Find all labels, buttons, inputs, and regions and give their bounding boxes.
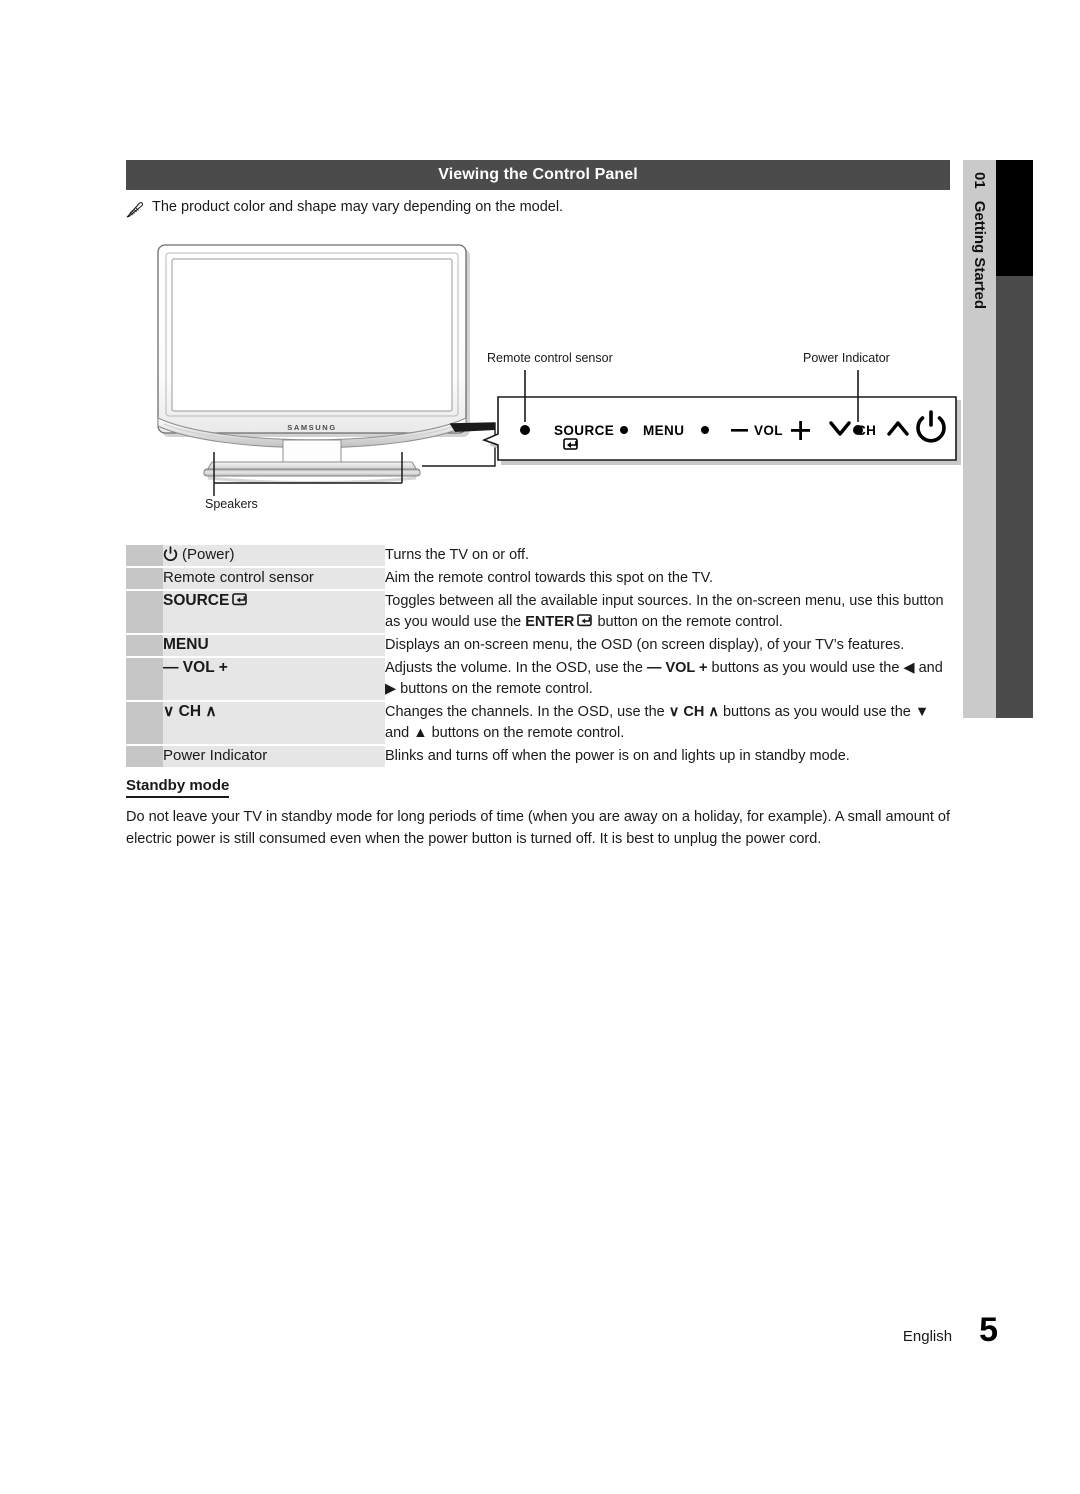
- tv-illustration: SAMSUNG Speakers Remote control sensor P…: [157, 244, 961, 511]
- row-label-cell: Power Indicator: [163, 746, 385, 767]
- description-segment: Blinks and turns off when the power is o…: [385, 748, 850, 764]
- footer-language: English: [902, 1328, 953, 1345]
- section-header-bar: Viewing the Control Panel: [126, 160, 950, 190]
- row-description-cell: Aim the remote control towards this spot…: [385, 568, 950, 589]
- chapter-tab-gray-block: [996, 276, 1033, 718]
- footer-page-number: 5: [979, 1311, 998, 1349]
- row-label-text: Remote control sensor: [163, 569, 314, 586]
- row-description-cell: Changes the channels. In the OSD, use th…: [385, 702, 950, 744]
- row-description-cell: Toggles between all the available input …: [385, 591, 950, 633]
- enter-icon: [577, 614, 593, 627]
- description-segment: Turns the TV on or off.: [385, 547, 530, 563]
- description-segment: — VOL +: [646, 660, 708, 676]
- chapter-number: 01: [971, 172, 988, 189]
- control-panel-table: (Power) Turns the TV on or off. Remote con…: [126, 543, 950, 769]
- table-body: (Power) Turns the TV on or off. Remote con…: [126, 545, 950, 767]
- row-color-swatch: [126, 545, 163, 566]
- description-segment: Aim the remote control towards this spot…: [385, 570, 714, 586]
- row-label-cell: MENU: [163, 635, 385, 656]
- row-label-text: (Power): [182, 546, 235, 563]
- description-segment: Adjusts the volume. In the OSD, use the: [385, 660, 647, 676]
- row-description-cell: Turns the TV on or off.: [385, 545, 950, 566]
- table-row: — VOL + Adjusts the volume. In the OSD, u…: [126, 658, 950, 700]
- row-label-text: SOURCE: [163, 592, 230, 609]
- table-row: MENU Displays an on-screen menu, the OSD …: [126, 635, 950, 656]
- svg-text:MENU: MENU: [643, 423, 684, 438]
- table-row: Power Indicator Blinks and turns off when…: [126, 746, 950, 767]
- row-label-text: MENU: [163, 636, 209, 653]
- row-description-cell: Displays an on-screen menu, the OSD (on …: [385, 635, 950, 656]
- remote-sensor-label: Remote control sensor: [487, 351, 613, 365]
- row-color-swatch: [126, 746, 163, 767]
- row-label-cell: — VOL +: [163, 658, 385, 700]
- table-row: (Power) Turns the TV on or off.: [126, 545, 950, 566]
- row-label-text: ∨ CH ∧: [163, 703, 217, 720]
- description-segment: button on the remote control.: [593, 614, 783, 630]
- pencil-note-icon: [126, 202, 144, 218]
- remote-sensor-dot: [520, 425, 530, 435]
- enter-icon: [232, 593, 248, 606]
- table-row: SOURCE Toggles between all the available …: [126, 591, 950, 633]
- standby-mode-heading: Standby mode: [126, 777, 230, 798]
- row-color-swatch: [126, 635, 163, 656]
- tv-body: SAMSUNG: [157, 244, 470, 437]
- standby-mode-body: Do not leave your TV in standby mode for…: [126, 809, 950, 847]
- row-label-text: — VOL +: [163, 659, 228, 676]
- row-label-cell: SOURCE: [163, 591, 385, 633]
- svg-text:SOURCE: SOURCE: [554, 423, 614, 438]
- row-color-swatch: [126, 568, 163, 589]
- page-footer: English 5: [0, 1313, 1080, 1347]
- svg-text:CH: CH: [856, 423, 876, 438]
- power-icon: [163, 546, 178, 562]
- row-color-swatch: [126, 591, 163, 633]
- note-line: The product color and shape may vary dep…: [126, 199, 563, 218]
- row-color-swatch: [126, 658, 163, 700]
- description-segment: Changes the channels. In the OSD, use th…: [385, 704, 669, 720]
- description-segment: ∨ CH ∧: [668, 704, 719, 720]
- description-segment: Displays an on-screen menu, the OSD (on …: [385, 637, 905, 653]
- chapter-tab-black-block: [996, 160, 1033, 276]
- row-label-cell: Remote control sensor: [163, 568, 385, 589]
- row-description-cell: Adjusts the volume. In the OSD, use the …: [385, 658, 950, 700]
- row-label-cell: ∨ CH ∧: [163, 702, 385, 744]
- speakers-label: Speakers: [205, 497, 258, 511]
- control-panel-enlargement: Remote control sensor Power Indicator SO…: [481, 351, 961, 465]
- tv-brand-label: SAMSUNG: [287, 423, 337, 432]
- svg-text:VOL: VOL: [754, 423, 783, 438]
- row-color-swatch: [126, 702, 163, 744]
- row-description-cell: Blinks and turns off when the power is o…: [385, 746, 950, 767]
- table-row: Remote control sensor Aim the remote cont…: [126, 568, 950, 589]
- page-title: Viewing the Control Panel: [438, 166, 638, 183]
- table-row: ∨ CH ∧ Changes the channels. In the OSD, …: [126, 702, 950, 744]
- chapter-label: Getting Started: [971, 200, 988, 310]
- description-segment: ENTER: [525, 614, 575, 630]
- note-text: The product color and shape may vary dep…: [152, 199, 564, 215]
- row-label-cell: (Power): [163, 545, 385, 566]
- power-indicator-label: Power Indicator: [803, 351, 890, 365]
- manual-page: Viewing the Control Panel 01 Getting Sta…: [0, 0, 1080, 1494]
- row-label-text: Power Indicator: [163, 747, 268, 764]
